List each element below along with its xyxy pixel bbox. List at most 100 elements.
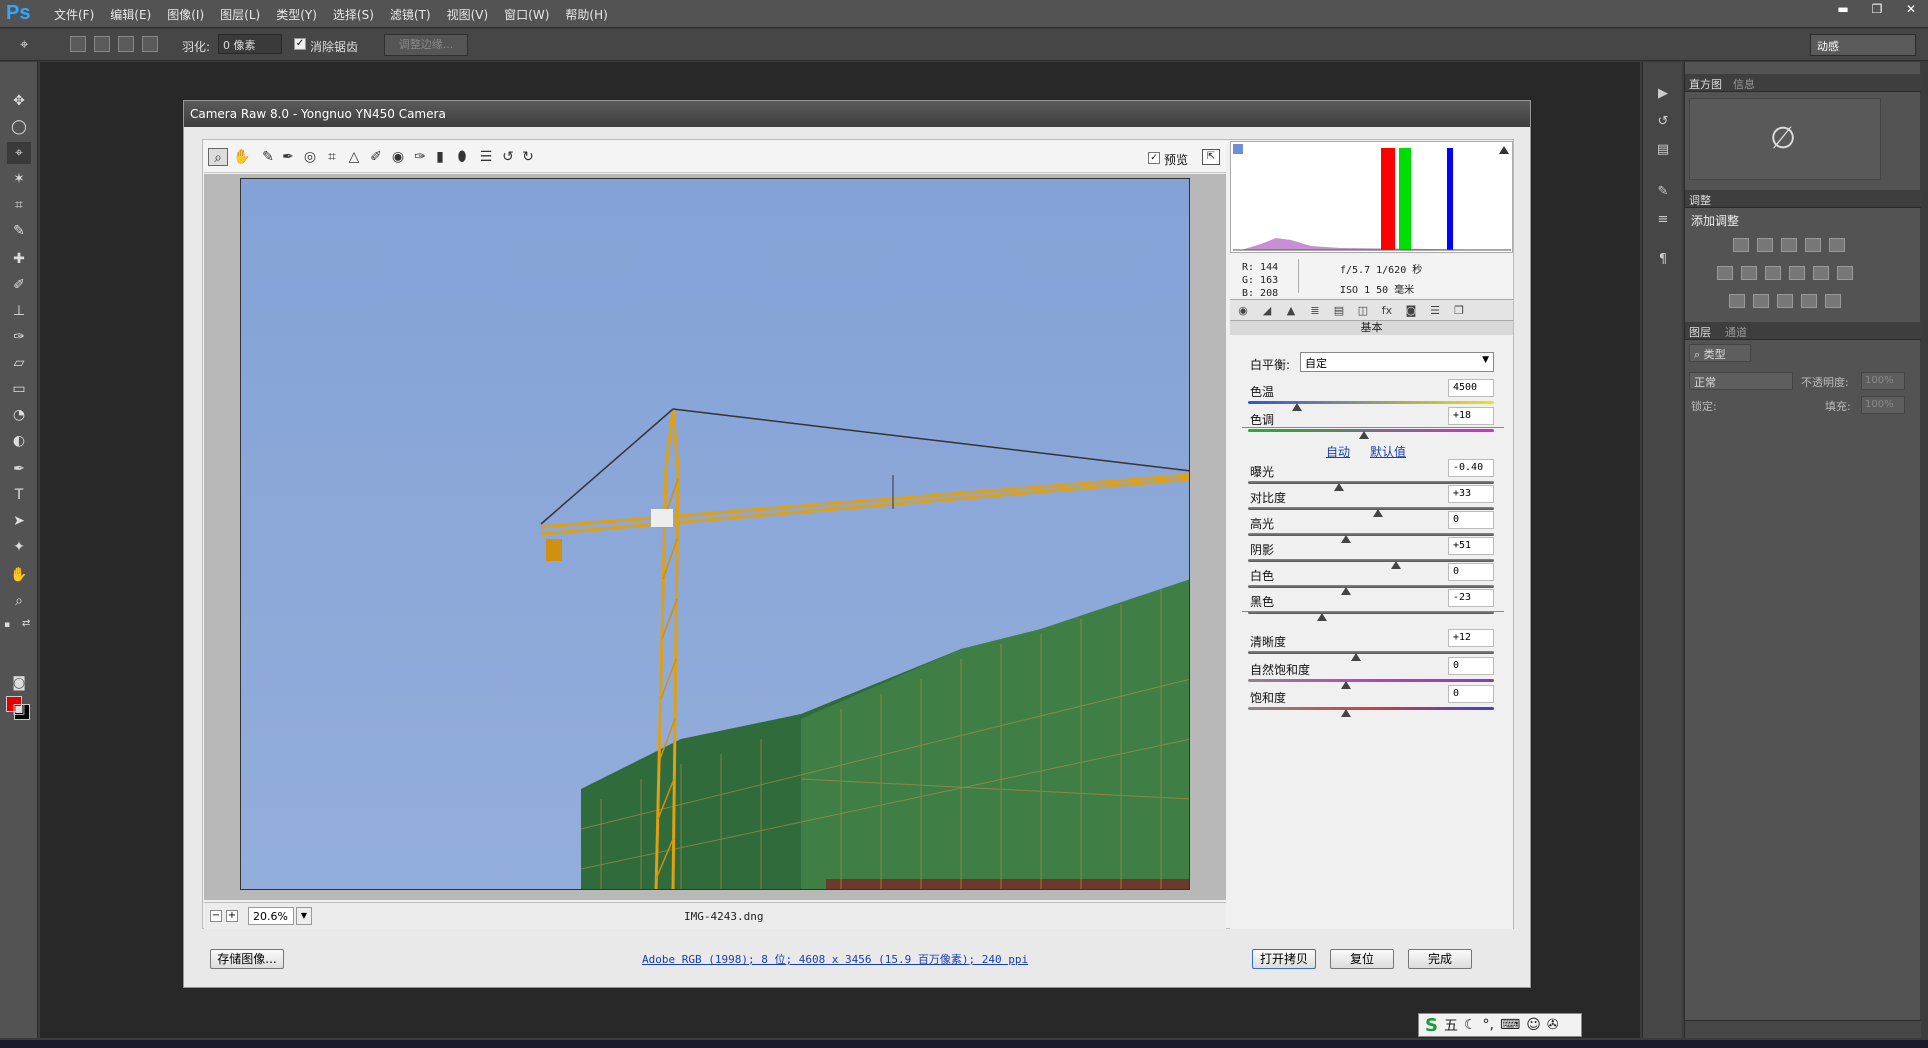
eyedropper-tool-icon[interactable]: ✎	[7, 220, 31, 242]
tab-histogram[interactable]: 直方图	[1689, 76, 1722, 92]
selective-color-icon[interactable]	[1825, 294, 1841, 308]
polygonal-lasso-preset-icon[interactable]: ⌖	[20, 35, 44, 55]
rotate-left-icon[interactable]: ↺	[498, 148, 518, 166]
brightness-icon[interactable]	[1733, 238, 1749, 252]
menu-image[interactable]: 图像(I)	[159, 6, 212, 23]
menu-type[interactable]: 类型(Y)	[268, 6, 325, 23]
invert-icon[interactable]	[1729, 294, 1745, 308]
hue-saturation-icon[interactable]	[1717, 266, 1733, 280]
slider-track[interactable]	[1248, 401, 1494, 404]
fullscreen-icon[interactable]: ⇱	[1202, 149, 1220, 165]
white-balance-select[interactable]: 自定 ▼	[1300, 352, 1494, 372]
layer-kind-filter[interactable]: ⌕ 类型	[1689, 344, 1751, 362]
punctuation-icon[interactable]: °,	[1483, 1017, 1494, 1033]
hand-icon[interactable]: ✋	[232, 148, 252, 166]
add-selection-icon[interactable]	[94, 36, 110, 52]
zoom-dropdown-icon[interactable]: ▼	[296, 907, 312, 925]
zoom-in-button[interactable]: +	[226, 910, 238, 922]
save-image-button[interactable]: 存储图像...	[210, 949, 284, 969]
new-selection-icon[interactable]	[70, 36, 86, 52]
eraser-tool-icon[interactable]: ▱	[7, 352, 31, 374]
slider-thumb[interactable]	[1316, 613, 1327, 621]
path-selection-tool-icon[interactable]: ➤	[7, 510, 31, 532]
slider-value-field[interactable]: 0	[1448, 685, 1494, 703]
slider-value-field[interactable]: +51	[1448, 537, 1494, 555]
slider-thumb[interactable]	[1334, 483, 1345, 491]
slider-thumb[interactable]	[1341, 535, 1352, 543]
dodge-tool-icon[interactable]: ◐	[7, 430, 31, 452]
menu-view[interactable]: 视图(V)	[439, 6, 497, 23]
straighten-icon[interactable]: △	[344, 148, 364, 166]
default-link[interactable]: 默认值	[1370, 443, 1406, 460]
clone-stamp-tool-icon[interactable]: ⊥	[7, 300, 31, 322]
zoom-level-field[interactable]: 20.6%	[248, 907, 294, 925]
fill-input[interactable]: 100%	[1861, 396, 1905, 414]
slider-track[interactable]	[1248, 507, 1494, 510]
preview-checkbox[interactable]: ✓	[1148, 152, 1160, 164]
menu-select[interactable]: 选择(S)	[325, 6, 382, 23]
quick-mask-icon[interactable]: ◙	[7, 672, 31, 694]
slider-value-field[interactable]: 0	[1448, 657, 1494, 675]
type-tool-icon[interactable]: T	[7, 484, 31, 506]
menu-filter[interactable]: 滤镜(T)	[382, 6, 439, 23]
color-lookup-icon[interactable]	[1837, 266, 1853, 280]
workflow-options-link[interactable]: Adobe RGB (1998); 8 位; 4608 x 3456 (15.9…	[642, 951, 1028, 967]
snapshots-tab-icon[interactable]: ❐	[1450, 302, 1468, 320]
gradient-tool-icon[interactable]: ▭	[7, 378, 31, 400]
slider-thumb[interactable]	[1292, 403, 1303, 411]
slider-thumb[interactable]	[1341, 587, 1352, 595]
black-white-icon[interactable]	[1765, 266, 1781, 280]
ime-mode[interactable]: 五	[1444, 1015, 1458, 1035]
feather-input[interactable]: 0 像素	[218, 34, 282, 54]
history-brush-tool-icon[interactable]: ✑	[7, 326, 31, 348]
slider-thumb[interactable]	[1341, 709, 1352, 717]
tab-channels[interactable]: 通道	[1725, 324, 1747, 340]
slider-track[interactable]	[1248, 651, 1494, 654]
screen-mode-icon[interactable]: ▣	[7, 698, 31, 720]
tab-info[interactable]: 信息	[1733, 76, 1755, 92]
basic-tab-icon[interactable]: ◉	[1234, 302, 1252, 320]
tab-adjustments[interactable]: 调整	[1689, 192, 1711, 208]
character-icon[interactable]: ¶	[1653, 252, 1673, 272]
effects-tab-icon[interactable]: fx	[1378, 302, 1396, 320]
magic-wand-tool-icon[interactable]: ✶	[7, 168, 31, 190]
slider-thumb[interactable]	[1341, 681, 1352, 689]
slider-thumb[interactable]	[1373, 509, 1384, 517]
slider-value-field[interactable]: -0.40	[1448, 459, 1494, 477]
hsl-tab-icon[interactable]: ≣	[1306, 302, 1324, 320]
zoom-out-button[interactable]: −	[210, 910, 222, 922]
color-sampler-icon[interactable]: ✒	[278, 148, 298, 166]
slider-value-field[interactable]: 0	[1448, 563, 1494, 581]
vibrance-icon[interactable]	[1829, 238, 1845, 252]
camera-calibration-tab-icon[interactable]: ◙	[1402, 302, 1420, 320]
slider-value-field[interactable]: 0	[1448, 511, 1494, 529]
slider-thumb[interactable]	[1390, 561, 1401, 569]
color-balance-icon[interactable]	[1741, 266, 1757, 280]
close-button[interactable]: ✕	[1894, 0, 1928, 18]
detail-tab-icon[interactable]: ▲	[1282, 302, 1300, 320]
zoom-icon[interactable]: ⌕	[208, 148, 228, 166]
default-colors-icon[interactable]: ▪	[4, 620, 16, 630]
brush-settings-icon[interactable]: ≡	[1653, 212, 1673, 232]
photo-filter-icon[interactable]	[1789, 266, 1805, 280]
blur-tool-icon[interactable]: ◔	[7, 404, 31, 426]
slider-track[interactable]	[1248, 585, 1494, 588]
slider-thumb[interactable]	[1358, 431, 1369, 439]
adjustment-brush-icon[interactable]: ✑	[410, 148, 430, 166]
threshold-icon[interactable]	[1777, 294, 1793, 308]
posterize-icon[interactable]	[1753, 294, 1769, 308]
auto-link[interactable]: 自动	[1326, 443, 1350, 460]
restore-button[interactable]: ❐	[1860, 0, 1894, 18]
curves-icon[interactable]	[1781, 238, 1797, 252]
levels-icon[interactable]	[1757, 238, 1773, 252]
photo-preview[interactable]	[240, 178, 1190, 890]
zoom-tool-icon[interactable]: ⌕	[7, 590, 31, 612]
channel-mixer-icon[interactable]	[1813, 266, 1829, 280]
tab-layers[interactable]: 图层	[1689, 324, 1711, 340]
slider-track[interactable]	[1248, 679, 1494, 682]
shape-tool-icon[interactable]: ✦	[7, 536, 31, 558]
split-toning-tab-icon[interactable]: ▤	[1330, 302, 1348, 320]
menu-window[interactable]: 窗口(W)	[496, 6, 557, 23]
graduated-filter-icon[interactable]: ▮	[430, 148, 450, 166]
open-copy-button[interactable]: 打开拷贝	[1252, 949, 1316, 969]
